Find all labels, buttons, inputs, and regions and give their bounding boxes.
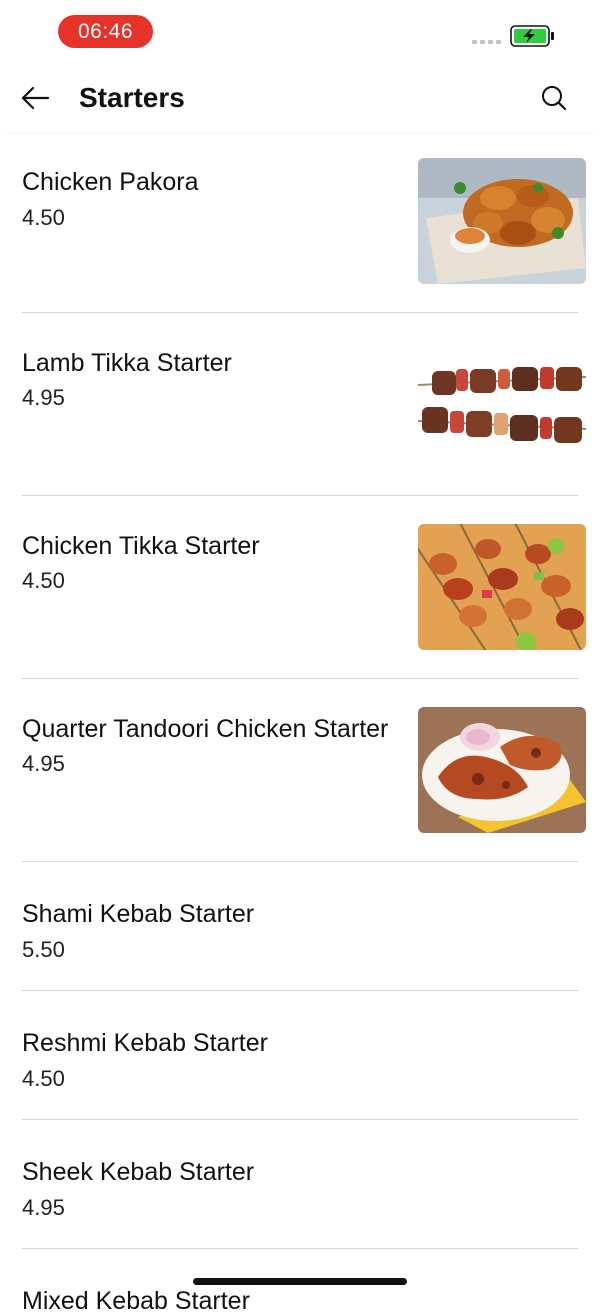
menu-item[interactable]: Sheek Kebab Starter 4.95 <box>22 1120 578 1249</box>
lamb-tikka-skewers-photo <box>418 341 586 467</box>
menu-item-price: 4.95 <box>22 385 65 410</box>
menu-item-list: Chicken Pakora 4.50 Lamb Tikka Starter 4… <box>0 132 600 1249</box>
search-icon <box>542 86 567 111</box>
home-indicator[interactable] <box>193 1278 407 1285</box>
menu-item[interactable]: Reshmi Kebab Starter 4.50 <box>22 991 578 1120</box>
menu-item-name: Quarter Tandoori Chicken Starter <box>22 715 389 743</box>
signal-icon <box>472 40 501 44</box>
arrow-left-icon <box>21 86 50 110</box>
chicken-tikka-skewers-photo <box>418 524 586 650</box>
menu-item[interactable]: Quarter Tandoori Chicken Starter 4.95 <box>22 679 586 862</box>
battery-charging-icon <box>510 25 554 47</box>
menu-item-price: 4.50 <box>22 568 65 593</box>
menu-item[interactable]: Chicken Pakora 4.50 <box>22 132 586 313</box>
status-bar: 06:46 <box>0 0 600 64</box>
menu-item[interactable]: Lamb Tikka Starter 4.95 <box>22 313 586 496</box>
tandoori-chicken-photo <box>418 707 586 833</box>
chicken-pakora-photo <box>418 158 586 284</box>
menu-item-price: 4.95 <box>22 751 65 776</box>
menu-item-price: 4.50 <box>22 205 65 230</box>
back-button[interactable] <box>18 82 54 114</box>
menu-item-name: Lamb Tikka Starter <box>22 349 232 377</box>
app-header: Starters <box>0 64 600 132</box>
menu-item[interactable]: Chicken Tikka Starter 4.50 <box>22 496 586 679</box>
page-title: Starters <box>79 82 185 113</box>
menu-item-name[interactable]: Mixed Kebab Starter <box>22 1286 250 1316</box>
status-time: 06:46 <box>58 15 153 48</box>
menu-item-name: Sheek Kebab Starter <box>22 1158 255 1186</box>
menu-item-price: 4.50 <box>22 1066 65 1091</box>
menu-item-name: Shami Kebab Starter <box>22 900 255 928</box>
menu-item[interactable]: Shami Kebab Starter 5.50 <box>22 862 578 991</box>
search-button[interactable] <box>538 82 570 114</box>
menu-item-name: Chicken Tikka Starter <box>22 532 260 560</box>
menu-item-name: Reshmi Kebab Starter <box>22 1029 268 1057</box>
menu-item-name: Chicken Pakora <box>22 168 199 196</box>
menu-item-price: 4.95 <box>22 1195 65 1220</box>
menu-item-price: 5.50 <box>22 937 65 962</box>
